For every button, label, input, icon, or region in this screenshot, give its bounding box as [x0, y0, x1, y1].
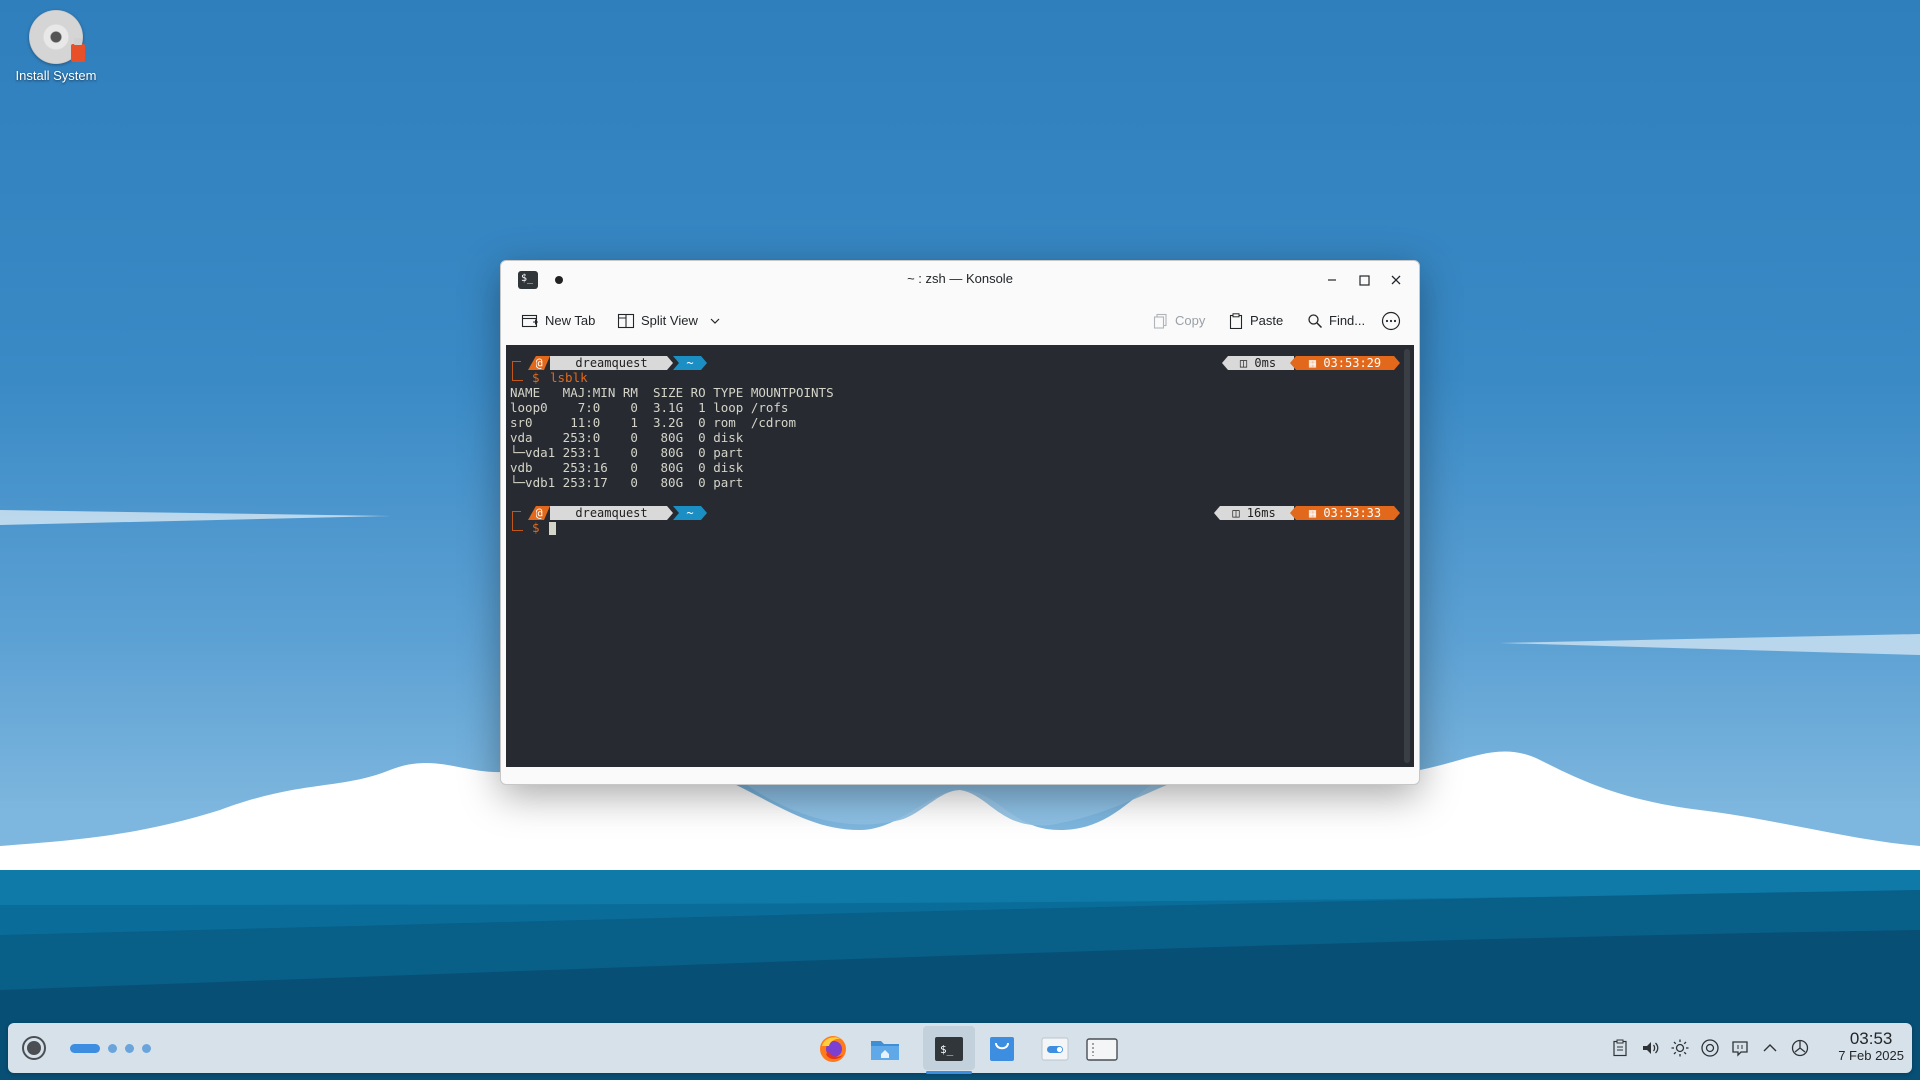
prompt-duration-value: 0ms [1254, 356, 1277, 370]
volume-icon [1643, 1042, 1659, 1054]
prompt-host: dreamquest [550, 356, 673, 370]
brightness-icon [1671, 1039, 1689, 1057]
taskbar-firefox[interactable] [816, 1032, 850, 1066]
chevron-down-icon [710, 318, 720, 324]
firefox-icon [820, 1036, 846, 1062]
paste-icon [1229, 313, 1243, 329]
more-options-button[interactable] [1381, 311, 1401, 331]
paste-button[interactable]: Paste [1228, 311, 1283, 331]
network-icon [1701, 1039, 1719, 1057]
new-tab-icon [521, 314, 538, 328]
disc-icon [29, 10, 85, 64]
prompt-path: ~ [673, 506, 707, 520]
copy-button[interactable]: Copy [1153, 311, 1205, 331]
minimize-button[interactable] [1322, 270, 1342, 290]
clipboard-icon [1613, 1039, 1627, 1057]
application-launcher-button[interactable] [22, 1036, 46, 1060]
close-button[interactable] [1386, 270, 1406, 290]
prompt-duration-value: 16ms [1246, 506, 1276, 520]
discover-icon [990, 1037, 1014, 1061]
prompt-path: ~ [673, 356, 707, 370]
clipboard-tray-button[interactable] [1610, 1038, 1630, 1058]
terminal-view[interactable]: @ dreamquest ~ ◫ 0ms ▦ 03:53:29 $ lsblk … [506, 345, 1414, 767]
clock-date: 7 Feb 2025 [1838, 1048, 1904, 1063]
expand-tray-icon [1763, 1044, 1777, 1052]
copy-label: Copy [1175, 313, 1206, 328]
prompt-os-icon: @ [528, 356, 550, 370]
new-tab-label: New Tab [545, 313, 596, 328]
notifications-icon [1732, 1041, 1748, 1057]
close-icon [1391, 275, 1401, 285]
prompt-line-2: @ dreamquest ~ ◫ 16ms ▦ 03:53:33 [510, 506, 1410, 520]
split-view-label: Split View [641, 313, 698, 328]
prompt-duration: ◫ 0ms [1222, 356, 1294, 370]
pager-desktop-4[interactable] [142, 1044, 151, 1053]
volume-tray-button[interactable] [1640, 1038, 1660, 1058]
digital-clock[interactable]: 03:53 7 Feb 2025 [1838, 1029, 1904, 1064]
taskbar-window[interactable] [1085, 1032, 1119, 1066]
taskbar-system-settings[interactable] [1038, 1032, 1072, 1066]
prompt-time-value: 03:53:29 [1323, 356, 1382, 370]
pager-desktop-3[interactable] [125, 1044, 134, 1053]
prompt-symbol: $ [532, 370, 540, 385]
taskbar-panel: $_ 03:53 7 Feb 2025 [8, 1023, 1912, 1074]
taskbar-file-manager[interactable] [868, 1032, 902, 1066]
pager-desktop-1[interactable] [70, 1044, 100, 1053]
konsole-icon: $_ [935, 1037, 963, 1061]
power-tray-button[interactable] [1790, 1038, 1810, 1058]
new-tab-button[interactable]: New Tab [521, 311, 595, 331]
maximize-button[interactable] [1354, 270, 1374, 290]
dolphin-icon [871, 1041, 899, 1060]
prompt-symbol: $ [532, 520, 540, 535]
prompt-time: ▦ 03:53:33 [1290, 506, 1400, 520]
brightness-tray-button[interactable] [1670, 1038, 1690, 1058]
prompt-host: dreamquest [550, 506, 673, 520]
window-icon [1086, 1038, 1118, 1061]
network-tray-button[interactable] [1700, 1038, 1720, 1058]
system-settings-icon [1041, 1037, 1069, 1061]
command-output: NAME MAJ:MIN RM SIZE RO TYPE MOUNTPOINTS… [510, 385, 834, 490]
taskbar-discover[interactable] [985, 1032, 1019, 1066]
svg-text:$_: $_ [940, 1043, 954, 1056]
prompt-connector [512, 371, 523, 381]
command-text: lsblk [550, 370, 588, 385]
konsole-window[interactable]: $_ ~ : zsh — Konsole New Tab Split View … [500, 260, 1420, 785]
split-view-icon [617, 313, 635, 329]
prompt-time: ▦ 03:53:29 [1290, 356, 1400, 370]
clock-time: 03:53 [1849, 1029, 1893, 1048]
prompt-duration: ◫ 16ms [1214, 506, 1294, 520]
split-view-button[interactable]: Split View [617, 311, 722, 331]
notifications-tray-button[interactable] [1730, 1038, 1750, 1058]
title-bar[interactable]: $_ ~ : zsh — Konsole [501, 261, 1419, 299]
window-title: ~ : zsh — Konsole [907, 271, 1013, 286]
taskbar-konsole[interactable]: $_ [926, 1032, 972, 1074]
copy-icon [1153, 313, 1167, 329]
install-system-desktop-icon[interactable]: Install System [8, 10, 104, 83]
prompt-os-icon: @ [528, 506, 550, 520]
show-hidden-tray-button[interactable] [1760, 1038, 1780, 1058]
more-options-icon [1381, 311, 1401, 331]
find-button[interactable]: Find... [1307, 311, 1365, 331]
minimize-icon [1328, 279, 1336, 281]
pager-desktop-2[interactable] [108, 1044, 117, 1053]
prompt-line-1: @ dreamquest ~ ◫ 0ms ▦ 03:53:29 [510, 356, 1410, 370]
prompt-time-value: 03:53:33 [1323, 506, 1382, 520]
find-label: Find... [1329, 313, 1366, 328]
paste-label: Paste [1250, 313, 1284, 328]
desktop-icon-label: Install System [15, 68, 97, 83]
maximize-icon [1359, 275, 1370, 286]
prompt-connector [512, 521, 523, 531]
text-cursor [549, 522, 556, 535]
toolbar: New Tab Split View Copy Paste Find... [501, 299, 1419, 343]
terminal-scrollbar[interactable] [1404, 349, 1410, 763]
power-icon [1791, 1039, 1809, 1057]
search-icon [1308, 314, 1323, 329]
